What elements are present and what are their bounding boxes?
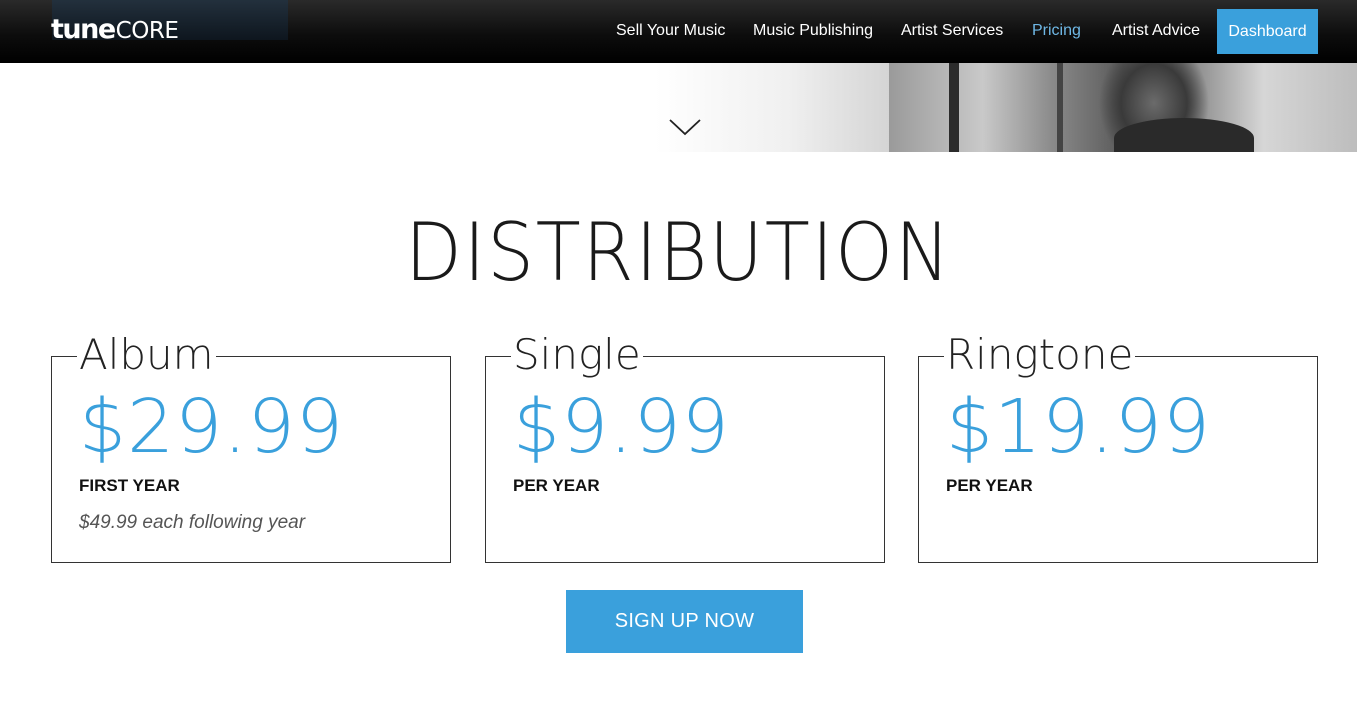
- card-title: Single: [511, 330, 643, 379]
- hero-photo: [889, 63, 1357, 152]
- chevron-down-icon[interactable]: [668, 117, 702, 137]
- card-price: $19.99: [946, 384, 1211, 470]
- site-header: tune CORE Sell Your Music Music Publishin…: [0, 0, 1357, 63]
- pricing-card-ringtone: Ringtone $19.99 PER YEAR: [918, 333, 1318, 563]
- hero-banner: [0, 63, 1357, 152]
- nav-pricing[interactable]: Pricing: [1032, 22, 1081, 40]
- dashboard-button[interactable]: Dashboard: [1217, 9, 1318, 54]
- card-title: Ringtone: [944, 330, 1136, 379]
- tunecore-logo[interactable]: tune CORE: [51, 14, 179, 46]
- nav-artist-services[interactable]: Artist Services: [901, 22, 1003, 40]
- hero-fade: [655, 63, 895, 152]
- photo-detail: [1114, 118, 1254, 152]
- sign-up-button[interactable]: SIGN UP NOW: [566, 590, 803, 653]
- card-term: PER YEAR: [946, 476, 1033, 495]
- logo-tune-text: tune: [51, 14, 116, 45]
- nav-artist-advice[interactable]: Artist Advice: [1112, 22, 1200, 40]
- section-title: DISTRIBUTION: [405, 206, 952, 299]
- photo-detail: [949, 63, 959, 152]
- card-price: $9.99: [513, 384, 730, 470]
- pricing-card-album: Album $29.99 FIRST YEAR $49.99 each foll…: [51, 333, 451, 563]
- photo-detail: [1057, 63, 1063, 152]
- nav-sell-your-music[interactable]: Sell Your Music: [616, 22, 725, 40]
- logo-core-text: CORE: [115, 18, 179, 44]
- card-note: $49.99 each following year: [79, 512, 306, 533]
- card-price: $29.99: [79, 384, 344, 470]
- card-term: FIRST YEAR: [79, 476, 180, 495]
- card-term: PER YEAR: [513, 476, 600, 495]
- nav-music-publishing[interactable]: Music Publishing: [753, 22, 873, 40]
- card-title: Album: [77, 330, 216, 379]
- pricing-card-single: Single $9.99 PER YEAR: [485, 333, 885, 563]
